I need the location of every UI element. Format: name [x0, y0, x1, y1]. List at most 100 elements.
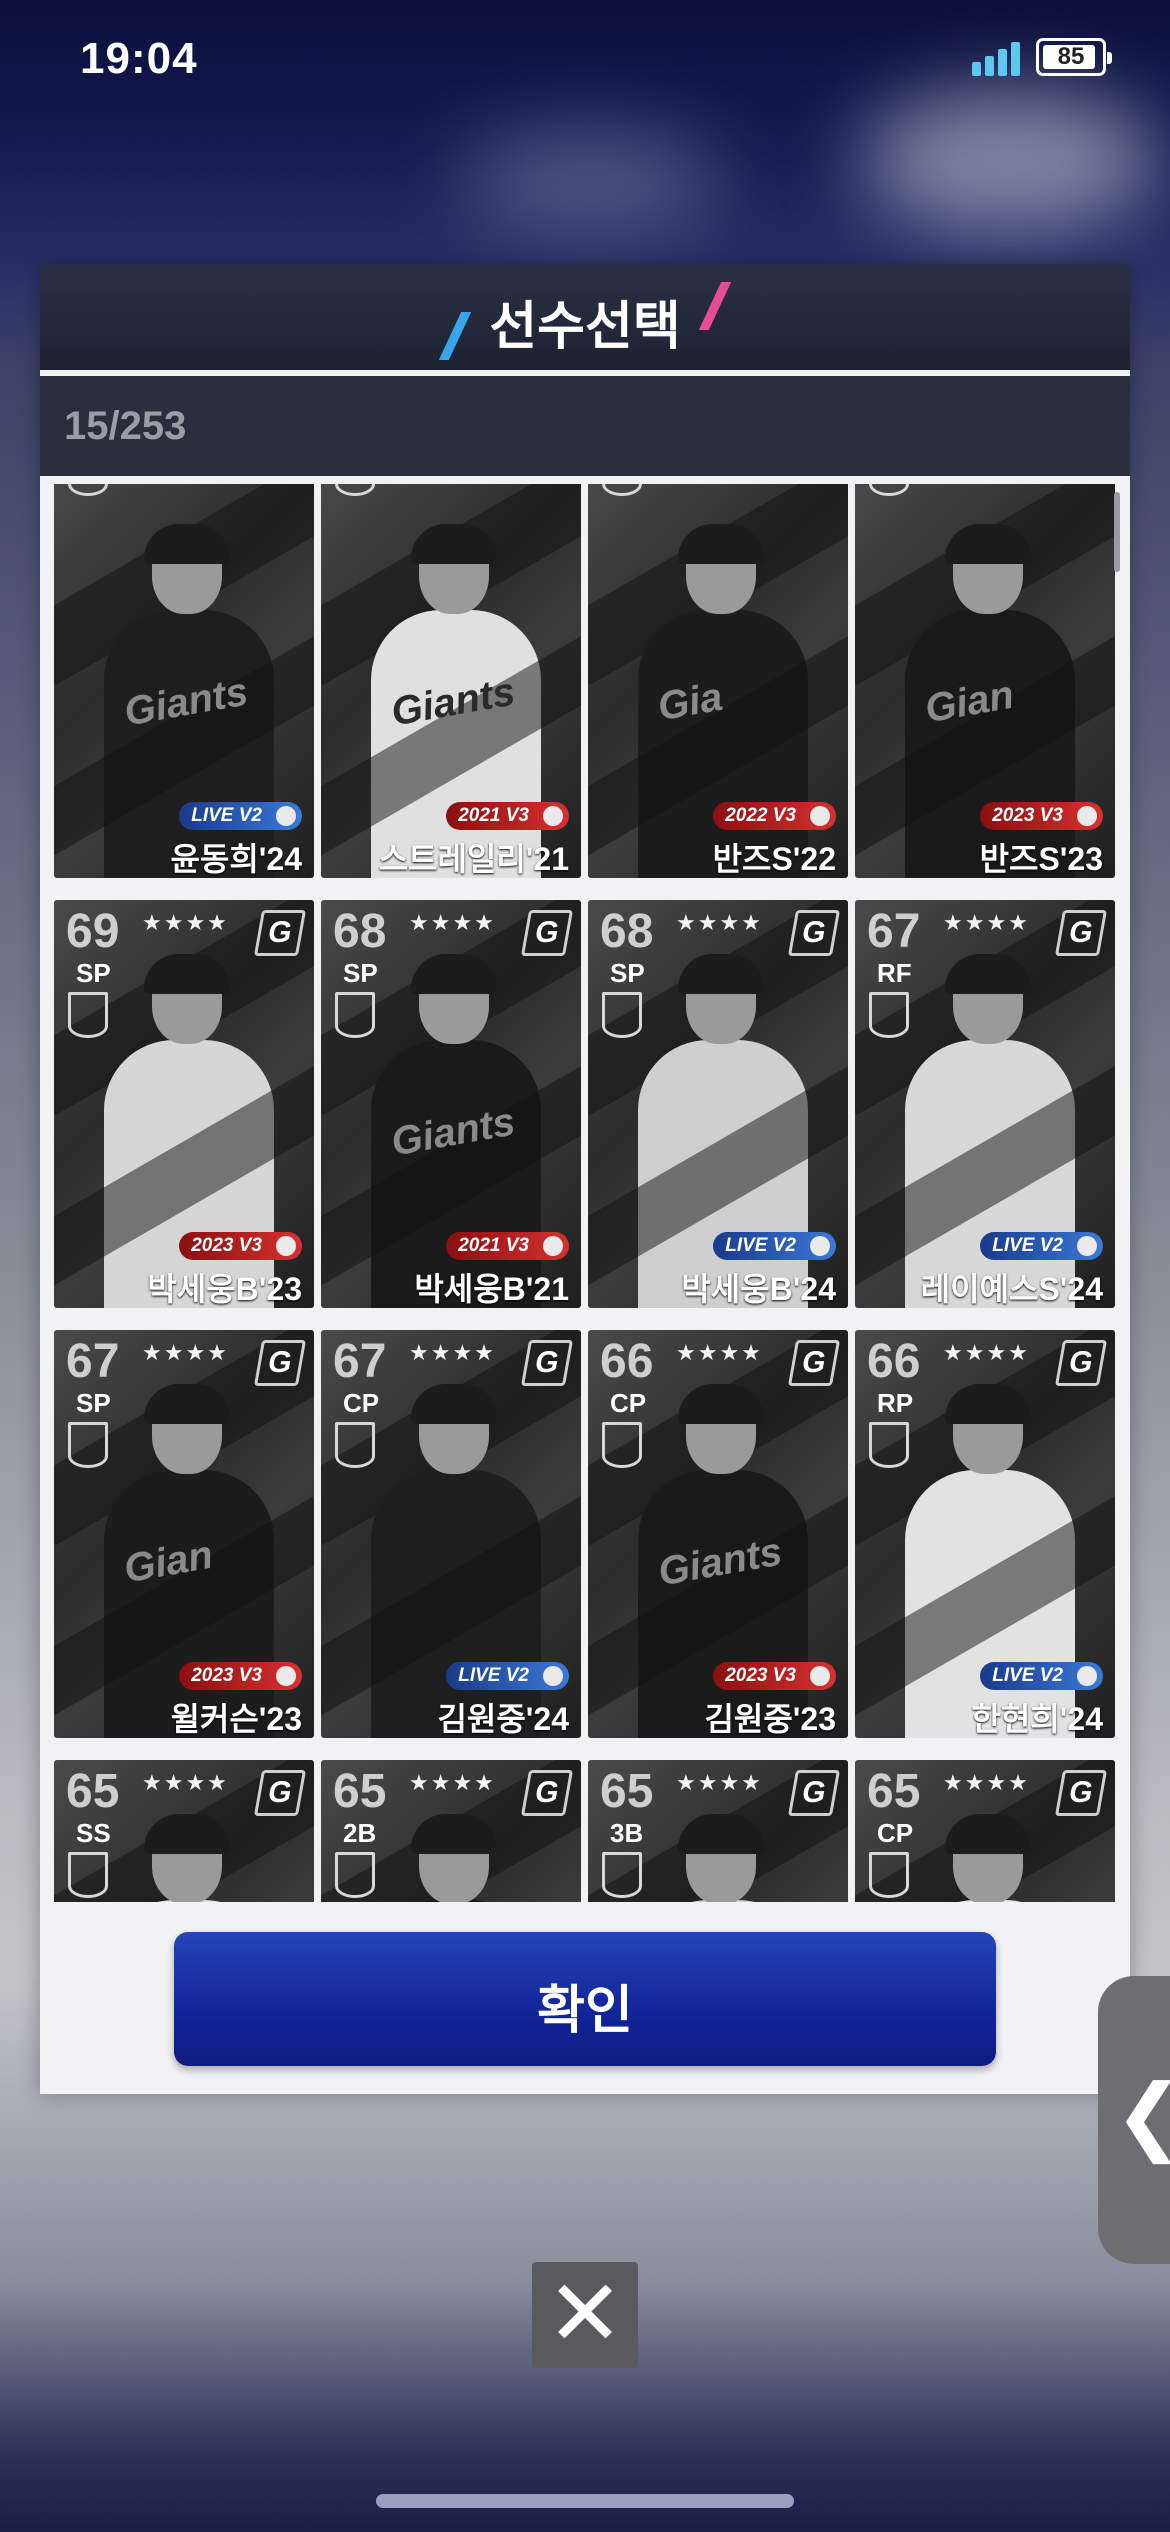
player-card[interactable]: 69 SP ★★★★ G 2023 V3 박세웅B'23	[54, 900, 314, 1308]
card-version-badge: LIVE V2	[179, 802, 302, 830]
player-name: 박세웅B'24	[681, 1271, 836, 1307]
player-photo	[371, 1814, 541, 1902]
team-logo-icon: G	[787, 910, 841, 956]
side-drawer-tab[interactable]: ❮	[1098, 1976, 1170, 2264]
shield-icon	[602, 992, 642, 1038]
player-photo	[104, 1814, 274, 1902]
player-card[interactable]: 66 RP ★★★★ G LIVE V2 한현희'24	[855, 1330, 1115, 1738]
card-version-badge: LIVE V2	[446, 1662, 569, 1690]
player-position: 2B	[343, 1818, 377, 1848]
star-rating-icon: ★★★★	[409, 1340, 496, 1365]
shield-icon	[869, 992, 909, 1038]
player-name: 윌커슨'23	[170, 1701, 302, 1737]
player-name: 레이예스S'24	[920, 1271, 1103, 1307]
player-position: CP	[877, 1818, 914, 1848]
player-name: 윤동희'24	[170, 841, 302, 877]
player-card[interactable]: Gian652B★★★★G	[321, 1760, 581, 1902]
card-version-badge: 2023 V3	[980, 802, 1103, 830]
card-version-badge: 2022 V3	[713, 802, 836, 830]
card-version-badge: LIVE V2	[713, 1232, 836, 1260]
shield-icon	[335, 484, 375, 496]
close-icon: ✕	[546, 2263, 624, 2365]
card-version-badge: 2021 V3	[446, 1232, 569, 1260]
player-position: CP	[343, 1388, 380, 1418]
signal-icon	[972, 42, 1020, 76]
card-version-badge: LIVE V2	[980, 1232, 1103, 1260]
modal-title: 선수선택	[489, 298, 681, 356]
player-position: SS	[76, 1818, 111, 1848]
player-rating: 67	[333, 1335, 387, 1388]
shield-icon	[602, 1422, 642, 1468]
team-logo-icon: G	[520, 1340, 574, 1386]
player-card[interactable]: 65 CP ★★★★ G	[855, 1760, 1115, 1902]
player-name: 박세웅B'23	[147, 1271, 302, 1307]
star-rating-icon: ★★★★	[943, 1340, 1030, 1365]
team-logo-icon: G	[1054, 910, 1108, 956]
player-card[interactable]: Gian 67 SP ★★★★ G 2023 V3 윌커슨'23	[54, 1330, 314, 1738]
star-rating-icon: ★★★★	[142, 910, 229, 935]
star-rating-icon: ★★★★	[142, 1770, 229, 1795]
player-position: SP	[76, 958, 111, 988]
player-rating: 66	[600, 1335, 654, 1388]
star-rating-icon: ★★★★	[943, 910, 1030, 935]
star-rating-icon: ★★★★	[943, 1770, 1030, 1795]
player-position: CP	[610, 1388, 647, 1418]
player-rating: 68	[600, 905, 654, 958]
shield-icon	[869, 1422, 909, 1468]
player-card[interactable]: Giants 2021 V3 스트레일리'21	[321, 484, 581, 878]
team-logo-icon: G	[787, 1770, 841, 1816]
team-logo-icon: G	[520, 910, 574, 956]
player-photo	[638, 1814, 808, 1902]
confirm-button-label: 확인	[537, 1982, 633, 2040]
selection-count-bar: 15/253	[40, 376, 1130, 476]
battery-level: 85	[1057, 43, 1085, 70]
confirm-button[interactable]: 확인	[174, 1932, 996, 2066]
player-card[interactable]: Giants 68 SP ★★★★ G 2021 V3 박세웅B'21	[321, 900, 581, 1308]
background-blur	[460, 130, 720, 230]
team-logo-icon: G	[520, 1770, 574, 1816]
star-rating-icon: ★★★★	[409, 910, 496, 935]
star-rating-icon: ★★★★	[676, 1770, 763, 1795]
shield-icon	[869, 1852, 909, 1898]
player-name: 스트레일리'21	[378, 841, 569, 877]
shield-icon	[869, 484, 909, 496]
shield-icon	[68, 1852, 108, 1898]
card-version-badge: 2023 V3	[179, 1232, 302, 1260]
star-rating-icon: ★★★★	[676, 910, 763, 935]
status-time: 19:04	[80, 34, 198, 83]
star-rating-icon: ★★★★	[142, 1340, 229, 1365]
player-position: 3B	[610, 1818, 644, 1848]
player-rating: 65	[600, 1765, 654, 1818]
team-logo-icon: G	[1054, 1340, 1108, 1386]
card-version-badge: 2021 V3	[446, 802, 569, 830]
player-card[interactable]: Gia 2022 V3 반즈S'22	[588, 484, 848, 878]
player-rating: 67	[867, 905, 921, 958]
player-name: 반즈S'23	[979, 841, 1103, 877]
player-position: SP	[343, 958, 378, 988]
close-button[interactable]: ✕	[532, 2262, 638, 2368]
shield-icon	[68, 992, 108, 1038]
team-logo-icon: G	[1054, 1770, 1108, 1816]
scrollbar[interactable]	[1114, 492, 1120, 572]
player-card[interactable]: 67 RF ★★★★ G LIVE V2 레이예스S'24	[855, 900, 1115, 1308]
status-bar: 19:04 85	[0, 0, 1170, 120]
player-rating: 67	[66, 1335, 120, 1388]
jersey-text: Gia	[654, 674, 726, 730]
player-photo	[905, 1814, 1075, 1902]
player-card[interactable]: 65 3B ★★★★ G	[588, 1760, 848, 1902]
player-card-grid[interactable]: Giants LIVE V2 윤동희'24 Giants 2021 V3 스트레일리'21…	[40, 484, 1130, 1902]
player-card[interactable]: 65 SS ★★★★ G	[54, 1760, 314, 1902]
home-indicator[interactable]	[376, 2494, 794, 2508]
player-select-modal: 선수선택 15/253 Giants LIVE V2 윤동희'24 Giants 202…	[40, 264, 1130, 2094]
player-name: 박세웅B'21	[414, 1271, 569, 1307]
shield-icon	[68, 1422, 108, 1468]
chevron-left-icon: ❮	[1114, 2066, 1170, 2164]
player-card[interactable]: 68 SP ★★★★ G LIVE V2 박세웅B'24	[588, 900, 848, 1308]
player-card[interactable]: Gian 2023 V3 반즈S'23	[855, 484, 1115, 878]
player-card[interactable]: Giants 66 CP ★★★★ G 2023 V3 김원중'23	[588, 1330, 848, 1738]
player-position: RP	[877, 1388, 914, 1418]
player-card[interactable]: 67 CP ★★★★ G LIVE V2 김원중'24	[321, 1330, 581, 1738]
player-card[interactable]: Giants LIVE V2 윤동희'24	[54, 484, 314, 878]
player-rating: 65	[66, 1765, 120, 1818]
team-logo-icon: G	[787, 1340, 841, 1386]
